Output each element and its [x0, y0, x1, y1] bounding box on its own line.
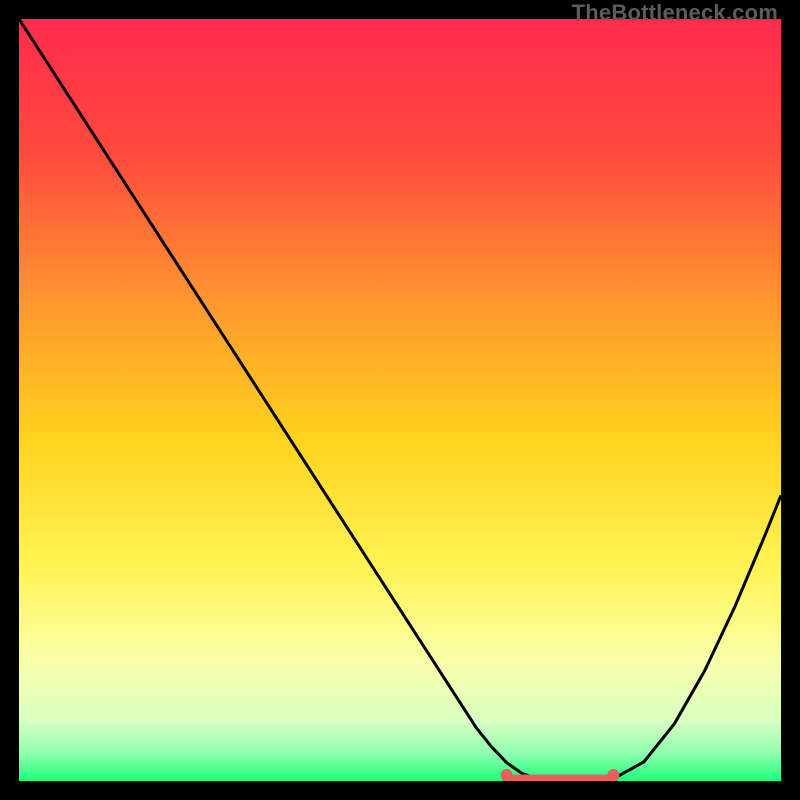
chart-frame [19, 19, 781, 781]
optimal-region-marker [507, 775, 614, 780]
optimal-region-endpoint-left [501, 769, 513, 781]
gradient-background [19, 19, 781, 781]
optimal-region-endpoint-right [607, 769, 619, 781]
watermark-text: TheBottleneck.com [572, 0, 778, 26]
bottleneck-chart [19, 19, 781, 781]
